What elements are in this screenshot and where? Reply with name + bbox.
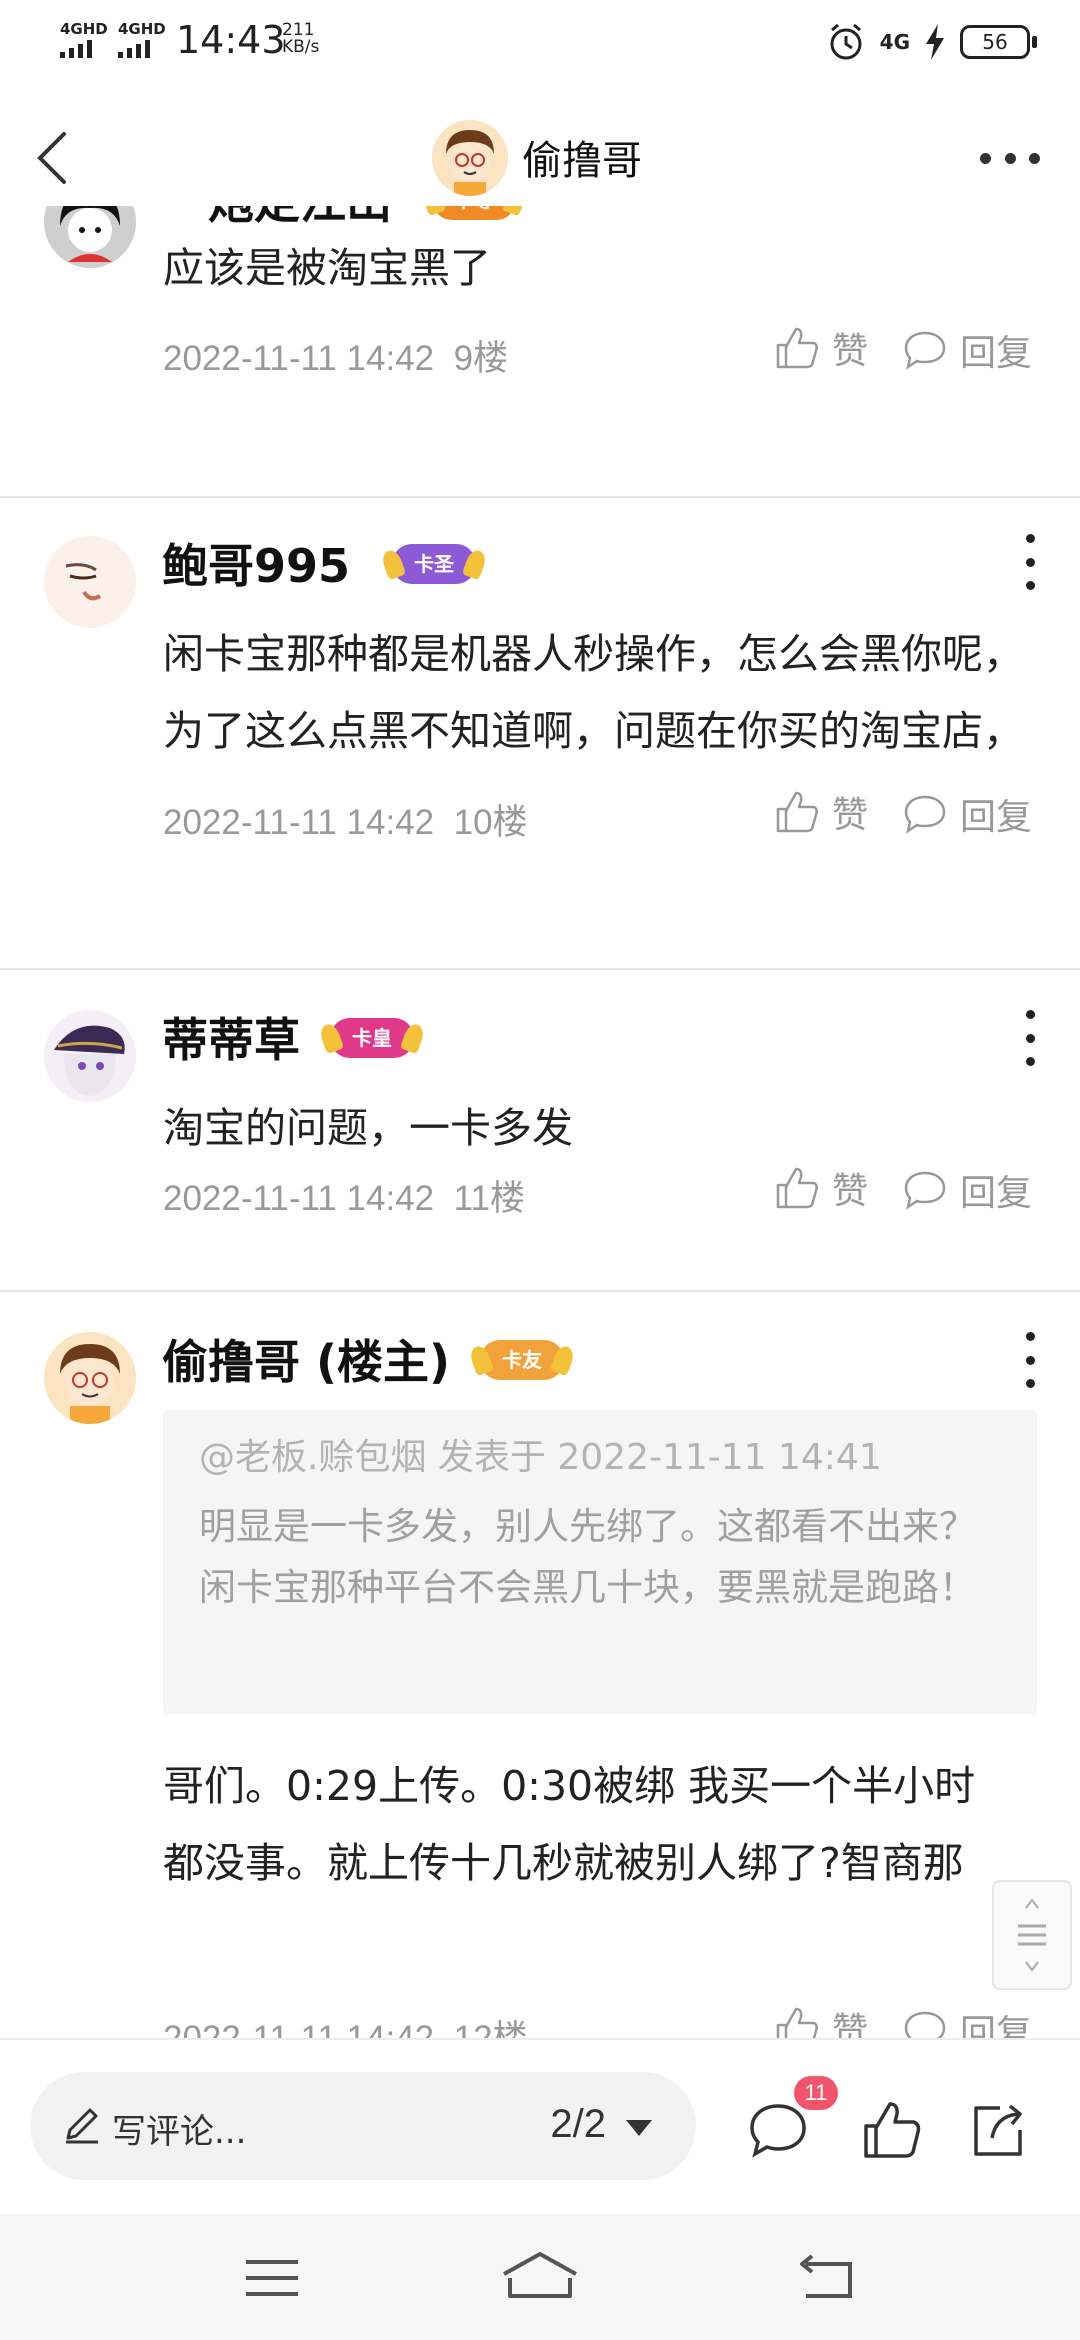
network-type-1: 4GHD [60,20,108,38]
thumbs-up-icon [776,791,818,833]
rank-badge: 卡尊 [432,206,516,220]
comment-item: 蒂蒂草 卡皇 淘宝的问题，一卡多发 2022-11-11 14:42 11楼 赞… [0,970,1080,1292]
scroll-arrows-icon [1018,1898,1046,1972]
comment-timestamp: 2022-11-11 14:42 10楼 [163,803,528,842]
comment-item: 一炮定江山 卡尊 应该是被淘宝黑了 2022-11-11 14:42 9楼 赞 … [0,206,1080,498]
floor-number: 11楼 [453,1179,525,1218]
rank-badge: 卡圣 [392,544,476,584]
avatar[interactable] [432,120,508,196]
chevron-down-icon[interactable] [626,2120,652,2136]
back-icon[interactable] [776,2248,876,2308]
quote-header: @老板.赊包烟 发表于 2022-11-11 14:41 [199,1437,882,1478]
battery-icon: 56 [960,25,1037,59]
avatar[interactable] [44,206,136,268]
reply-label: 回复 [960,333,1033,374]
like-button[interactable]: 赞 [774,786,868,838]
comment-timestamp: 2022-11-11 14:42 9楼 [163,339,509,378]
reply-button[interactable]: 回复 [902,324,1032,376]
alarm-icon [830,23,862,60]
comment-icon[interactable] [746,2098,810,2162]
comment-text: 淘宝的问题，一卡多发 [163,1104,573,1152]
top-nav: 偷撸哥 [0,110,1080,206]
network-type-2: 4GHD [118,20,166,38]
thumbs-up-icon[interactable] [860,2098,924,2162]
network-speed: 211 KB/s [282,22,319,56]
kebab-menu-icon[interactable] [1018,1332,1042,1388]
more-icon[interactable] [980,140,1040,176]
thumbs-up-icon [776,1167,818,1209]
comment-placeholder: 写评论... [112,2112,247,2152]
back-icon[interactable] [26,122,86,194]
thumbs-up-icon [776,327,818,369]
username[interactable]: 鲍哥995 [162,530,350,596]
avatar[interactable] [44,1010,136,1102]
rank-badge: 卡皇 [330,1018,414,1058]
like-button[interactable]: 赞 [774,2002,868,2038]
floor-number: 12楼 [454,2019,528,2038]
page-title: 偷撸哥 [522,138,642,184]
comment-input[interactable]: 写评论... 2/2 [30,2072,696,2180]
comment-timestamp: 2022-11-11 14:42 11楼 [163,1179,525,1218]
comment-item: 鲍哥995 卡圣 闲卡宝那种都是机器人秒操作，怎么会黑你呢，为了这么点黑不知道啊… [0,496,1080,970]
username[interactable]: 偷撸哥 (楼主) [162,1326,450,1392]
comment-icon [904,795,946,834]
scroll-to-top-button[interactable] [992,1880,1072,1990]
kebab-menu-icon[interactable] [1018,1010,1042,1066]
share-icon[interactable] [966,2098,1030,2162]
menu-icon[interactable] [222,2248,322,2308]
reply-label: 回复 [960,797,1033,838]
bottom-action-bar: 写评论... 2/2 11 [0,2038,1080,2216]
username[interactable]: 蒂蒂草 [162,1004,300,1070]
home-icon[interactable] [490,2248,590,2308]
comment-count-badge: 11 [794,2076,838,2110]
page-indicator[interactable]: 2/2 [550,2102,606,2147]
floor-number: 10楼 [453,803,528,842]
reply-button[interactable]: 回复 [902,2004,1032,2038]
avatar[interactable] [44,536,136,628]
like-label: 赞 [832,1171,869,1212]
status-icons: 4G 56 [826,20,1037,64]
floor-number: 9楼 [453,339,509,378]
quoted-comment[interactable]: @老板.赊包烟 发表于 2022-11-11 14:41 明显是一卡多发，别人先… [163,1410,1037,1714]
clock: 14:43 [176,18,286,62]
signal-icon [60,40,102,58]
kebab-menu-icon[interactable] [1018,534,1042,590]
like-button[interactable]: 赞 [774,1162,868,1214]
quote-body: 明显是一卡多发，别人先绑了。这都看不出来？闲卡宝那种平台不会黑几十块，要黑就是跑… [199,1505,976,1609]
avatar[interactable] [44,1332,136,1424]
comment-icon [904,2011,946,2038]
system-nav-bar [0,2214,1080,2340]
reply-label: 回复 [960,2013,1033,2038]
comment-timestamp: 2022-11-11 14:42 12楼 [163,2010,528,2038]
signal-label: 4G [879,30,910,54]
comment-item: 偷撸哥 (楼主) 卡友 @老板.赊包烟 发表于 2022-11-11 14:41… [0,1292,1080,2038]
speed-unit: KB/s [282,37,320,57]
pen-icon [66,2108,98,2144]
comment-feed: 一炮定江山 卡尊 应该是被淘宝黑了 2022-11-11 14:42 9楼 赞 … [0,206,1080,2038]
comment-text: 应该是被淘宝黑了 [163,244,491,292]
signal-icon [118,40,160,58]
reply-button[interactable]: 回复 [902,788,1032,840]
username[interactable]: 一炮定江山 [162,206,392,232]
thumbs-up-icon [776,2007,818,2038]
comment-text: 闲卡宝那种都是机器人秒操作，怎么会黑你呢，为了这么点黑不知道啊，问题在你买的淘宝… [163,630,1024,755]
like-label: 赞 [832,331,869,372]
comment-icon [904,331,946,370]
status-bar: 4GHD 4GHD 14:43 211 KB/s 4G 56 [0,0,1080,84]
like-button[interactable]: 赞 [774,322,868,374]
like-label: 赞 [832,795,869,836]
charging-icon [926,24,944,60]
rank-badge: 卡友 [480,1340,564,1380]
comment-text: 哥们。0:29上传。0:30被绑 我买一个半小时都没事。就上传十几秒就被别人绑了… [163,1762,976,1887]
reply-label: 回复 [960,1173,1033,1214]
reply-button[interactable]: 回复 [902,1164,1032,1216]
comment-icon [904,1171,946,1210]
like-label: 赞 [832,2011,869,2038]
